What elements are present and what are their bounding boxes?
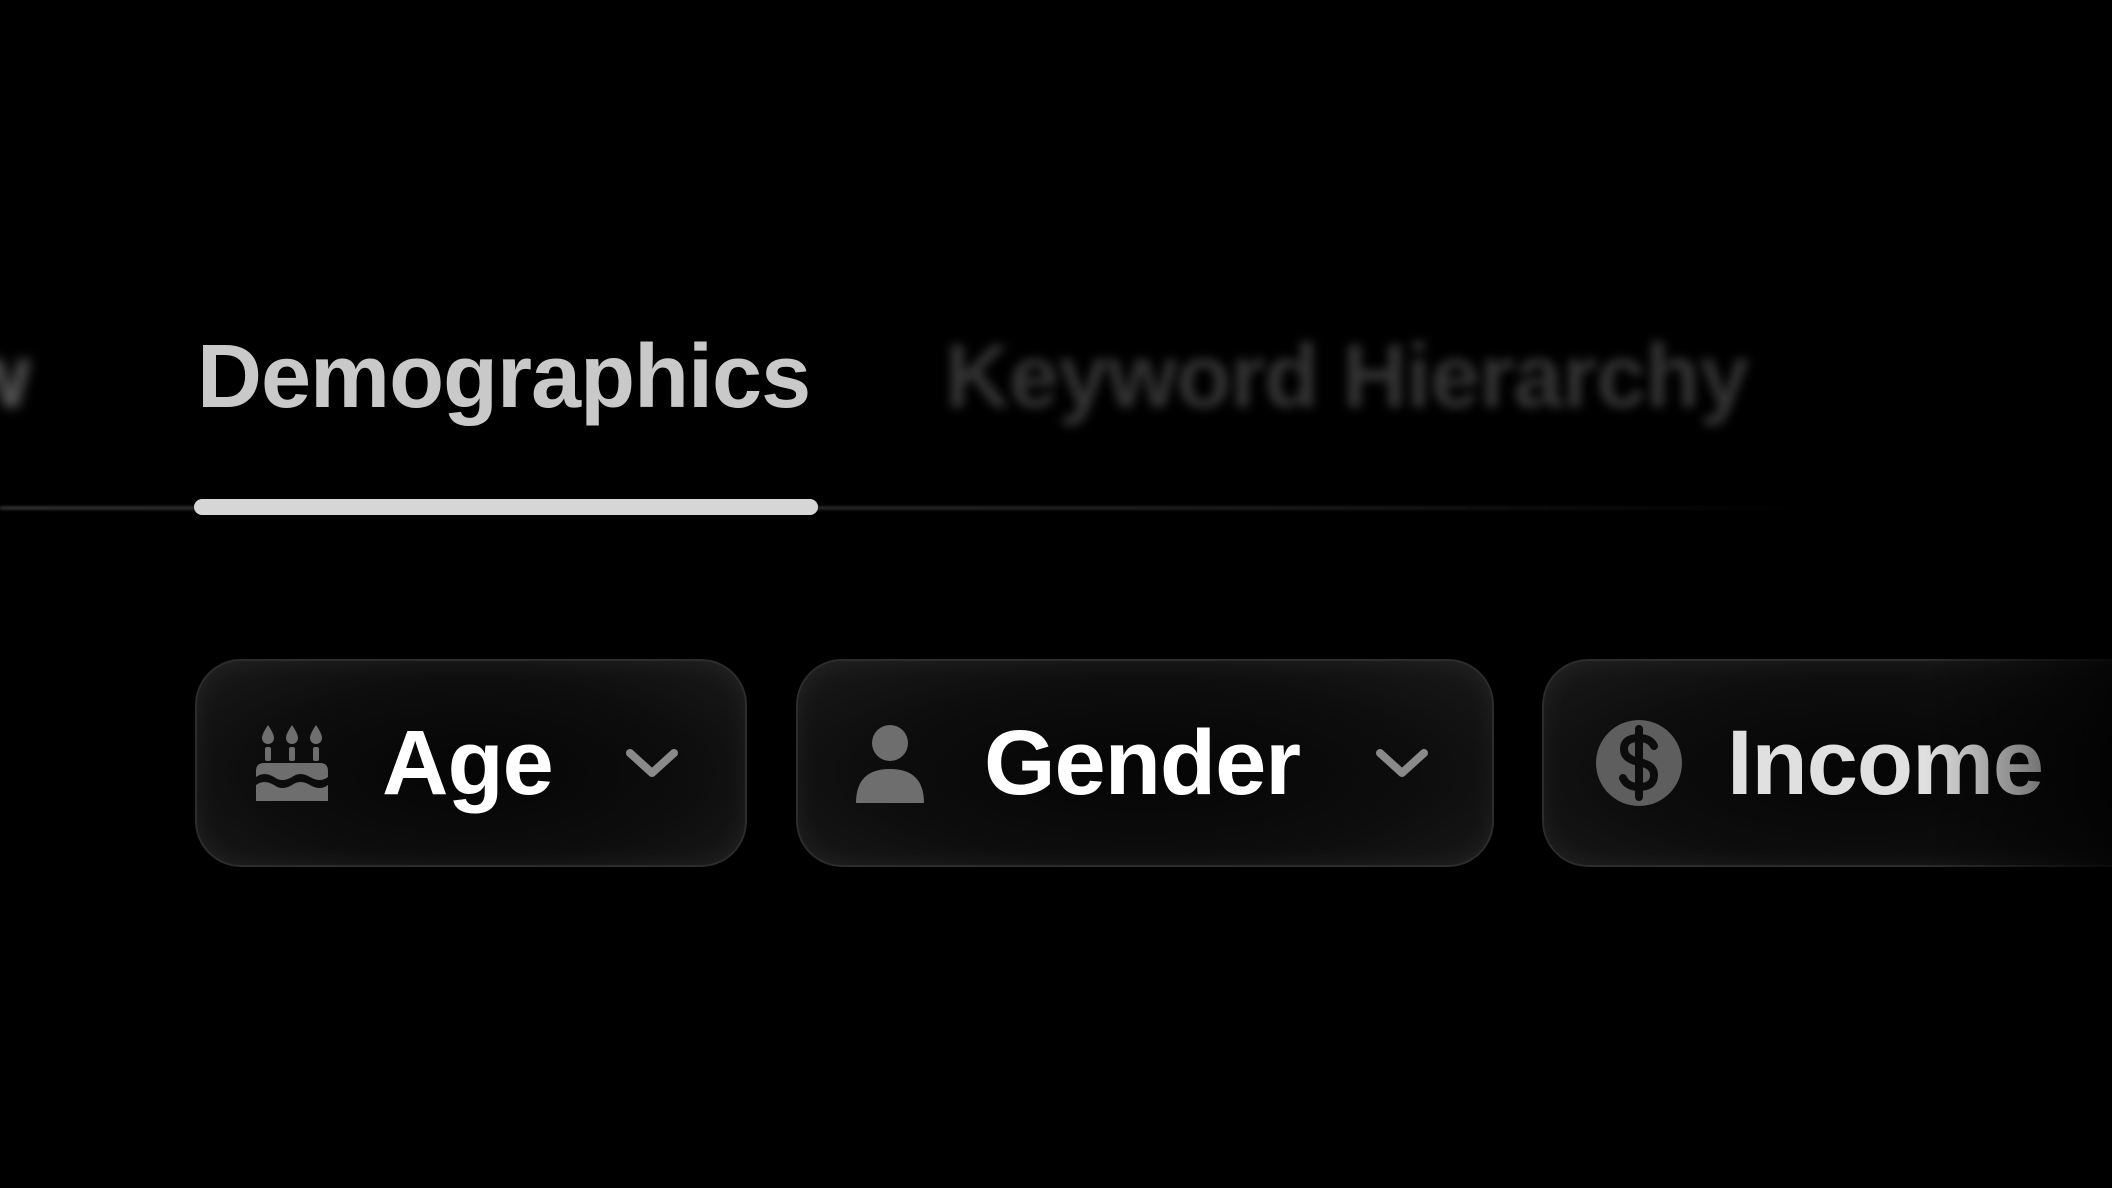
person-icon <box>856 725 924 803</box>
income-filter-button[interactable]: Income <box>1542 659 2112 867</box>
chevron-down-icon <box>1376 749 1428 777</box>
app-canvas: w Demographics Keyword Hierarchy Age <box>0 0 2112 1188</box>
gender-filter-label: Gender <box>984 712 1301 814</box>
dollar-coin-icon <box>1596 720 1682 806</box>
tab-overview-partial[interactable]: w <box>0 322 30 432</box>
gender-filter-button[interactable]: Gender <box>796 659 1494 867</box>
chevron-down-icon <box>626 749 678 777</box>
tab-keyword-hierarchy[interactable]: Keyword Hierarchy <box>945 322 1749 432</box>
birthday-cake-icon <box>256 725 328 801</box>
income-filter-label: Income <box>1727 712 2044 814</box>
tab-demographics[interactable]: Demographics <box>197 322 811 432</box>
age-filter-label: Age <box>382 712 554 814</box>
active-tab-indicator <box>194 499 818 515</box>
age-filter-button[interactable]: Age <box>195 659 747 867</box>
